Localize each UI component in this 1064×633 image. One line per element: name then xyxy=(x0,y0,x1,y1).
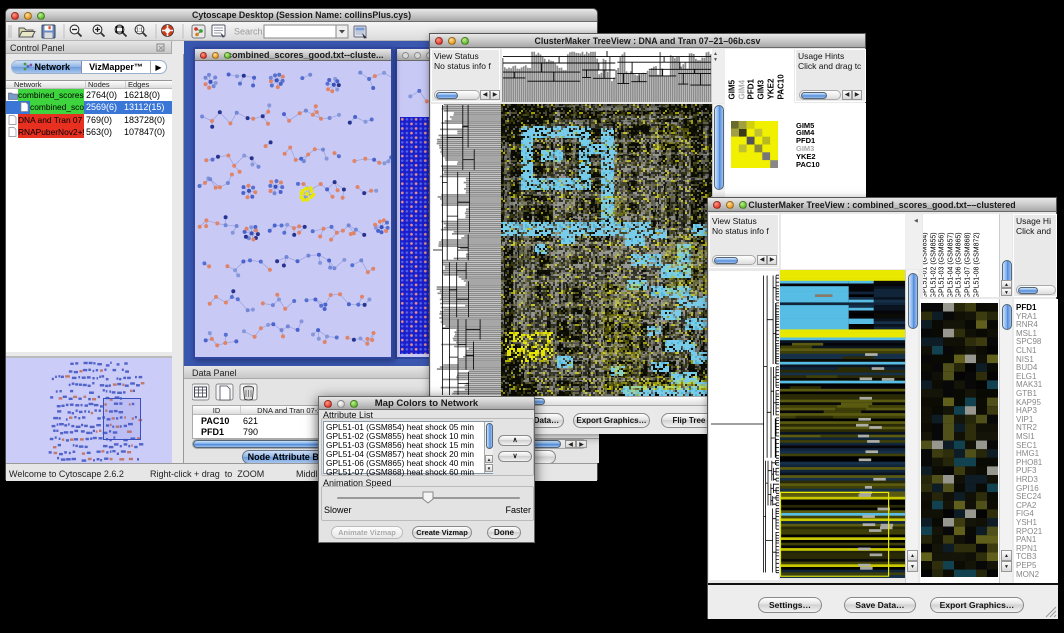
svg-text:Search:: Search: xyxy=(234,27,265,37)
svg-text:1:1: 1:1 xyxy=(136,28,143,34)
